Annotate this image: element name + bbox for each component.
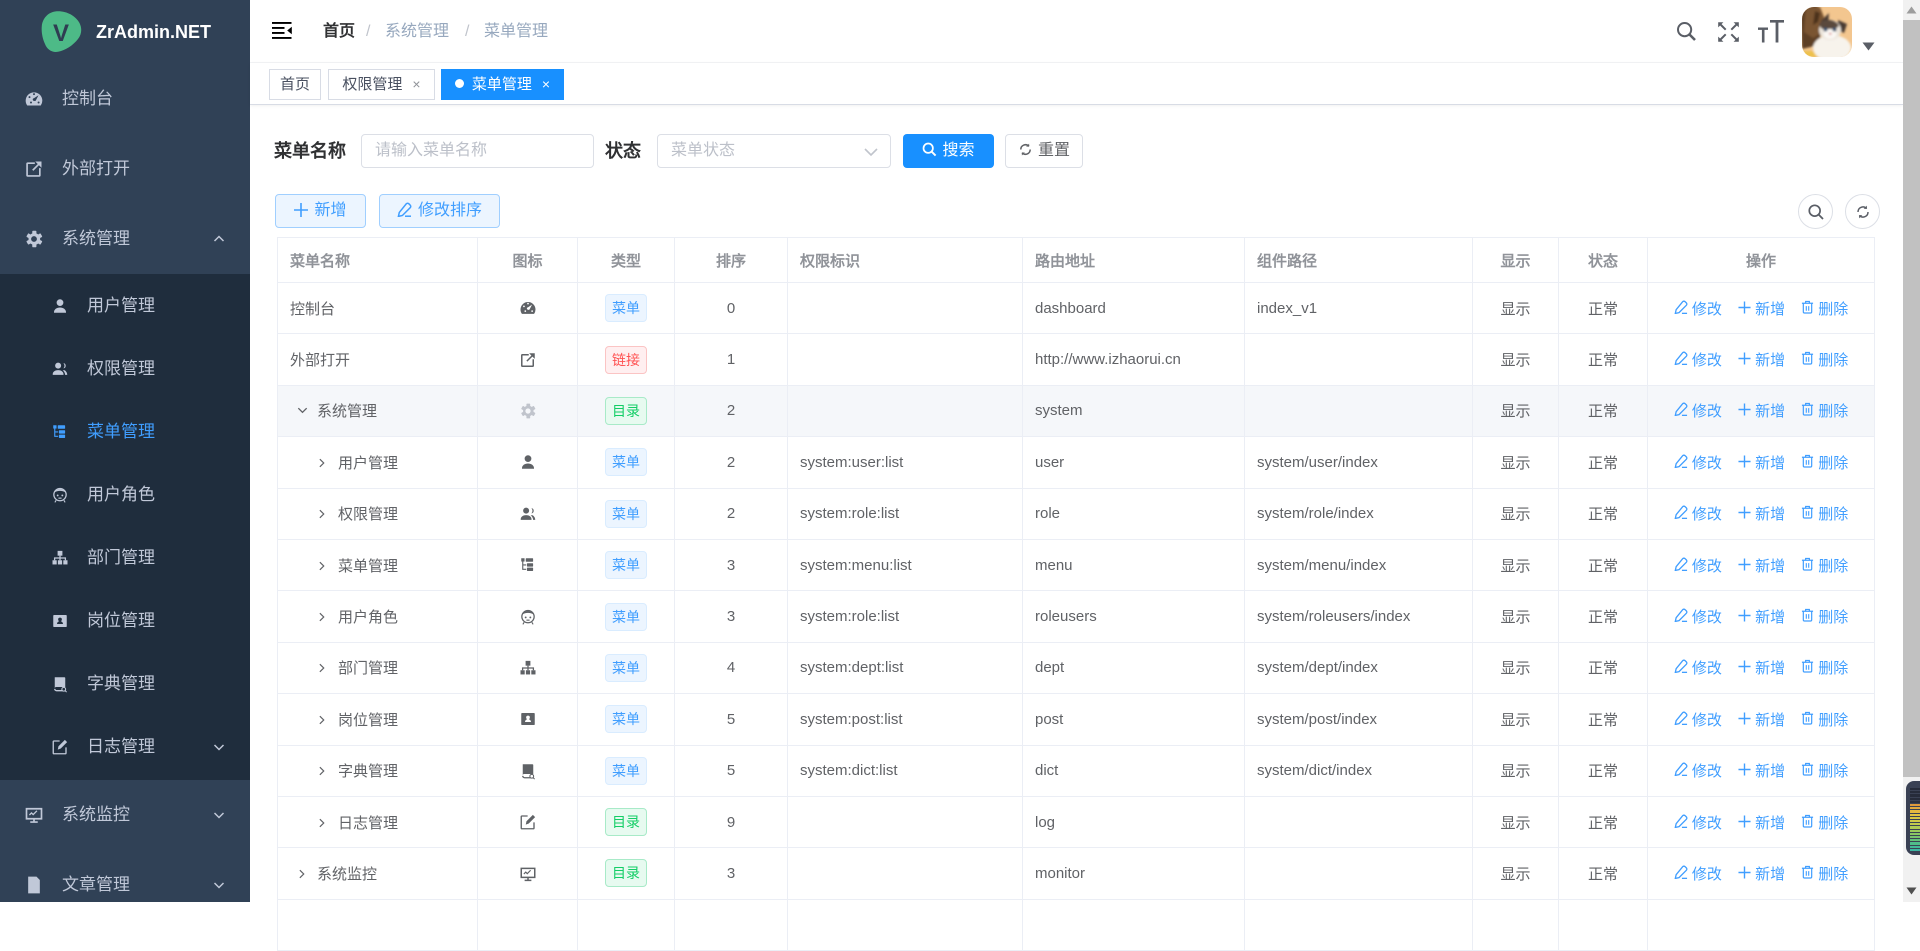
svg-text:V: V	[53, 20, 69, 47]
